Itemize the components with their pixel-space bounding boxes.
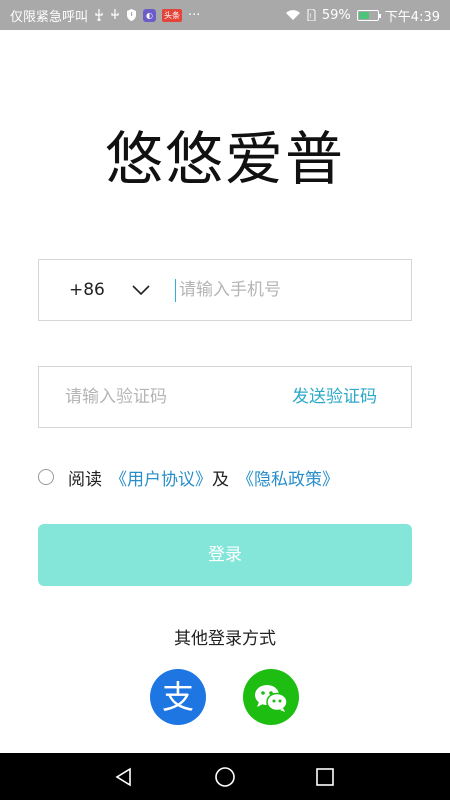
- alipay-icon: 支: [162, 678, 194, 716]
- agreement-row: 阅读 《用户协议》 及 《隐私政策》: [38, 463, 339, 491]
- user-agreement-link[interactable]: 《用户协议》: [110, 465, 212, 490]
- recent-apps-icon[interactable]: [314, 766, 336, 788]
- phone-input[interactable]: [179, 260, 399, 320]
- status-bar-left: 仅限紧急呼叫 ◐ 头条 ···: [10, 6, 200, 25]
- clock: 下午4:39: [384, 9, 440, 25]
- battery-level: [358, 11, 370, 19]
- app-notification-icon: ◐: [143, 8, 157, 22]
- status-bar: 仅限紧急呼叫 ◐ 头条 ··· ! 59% 下午4:39: [0, 0, 450, 30]
- wifi-icon: [285, 9, 301, 21]
- shield-icon: [126, 9, 137, 21]
- sim-icon: !: [307, 9, 316, 21]
- chevron-down-icon[interactable]: [131, 282, 151, 296]
- status-bar-right: ! 59% 下午4:39: [285, 6, 440, 25]
- battery-icon: [356, 9, 381, 21]
- more-notifications-icon: ···: [188, 7, 201, 23]
- agreement-and-text: 及: [212, 469, 229, 490]
- navigation-bar: [0, 753, 450, 800]
- phone-field: +86: [38, 259, 412, 321]
- app-title: 悠悠爱普: [104, 125, 345, 193]
- login-button[interactable]: 登录: [38, 524, 412, 586]
- alipay-login-button[interactable]: 支: [150, 669, 206, 725]
- emergency-calls-only-text: 仅限紧急呼叫: [10, 9, 89, 25]
- verification-code-input[interactable]: [65, 367, 255, 427]
- agreement-radio[interactable]: [38, 469, 54, 485]
- toutiao-icon: 头条: [162, 8, 183, 22]
- verification-code-field: 发送验证码: [38, 366, 412, 428]
- wechat-login-button[interactable]: [243, 669, 299, 725]
- alipay-glyph: 支: [162, 678, 194, 716]
- usb-debug-icon: [110, 9, 120, 21]
- other-login-title: 其他登录方式: [174, 629, 276, 649]
- battery-percent: 59%: [321, 7, 351, 23]
- agreement-read-text: 阅读: [68, 469, 102, 490]
- text-cursor: [175, 279, 176, 302]
- usb-icon: [94, 9, 104, 21]
- send-code-button[interactable]: 发送验证码: [292, 367, 377, 427]
- country-code[interactable]: +86: [69, 260, 105, 320]
- home-icon[interactable]: [214, 766, 236, 788]
- back-icon[interactable]: [113, 766, 135, 788]
- svg-text:!: !: [309, 13, 311, 20]
- privacy-policy-link[interactable]: 《隐私政策》: [237, 465, 339, 490]
- wechat-icon: [255, 685, 288, 712]
